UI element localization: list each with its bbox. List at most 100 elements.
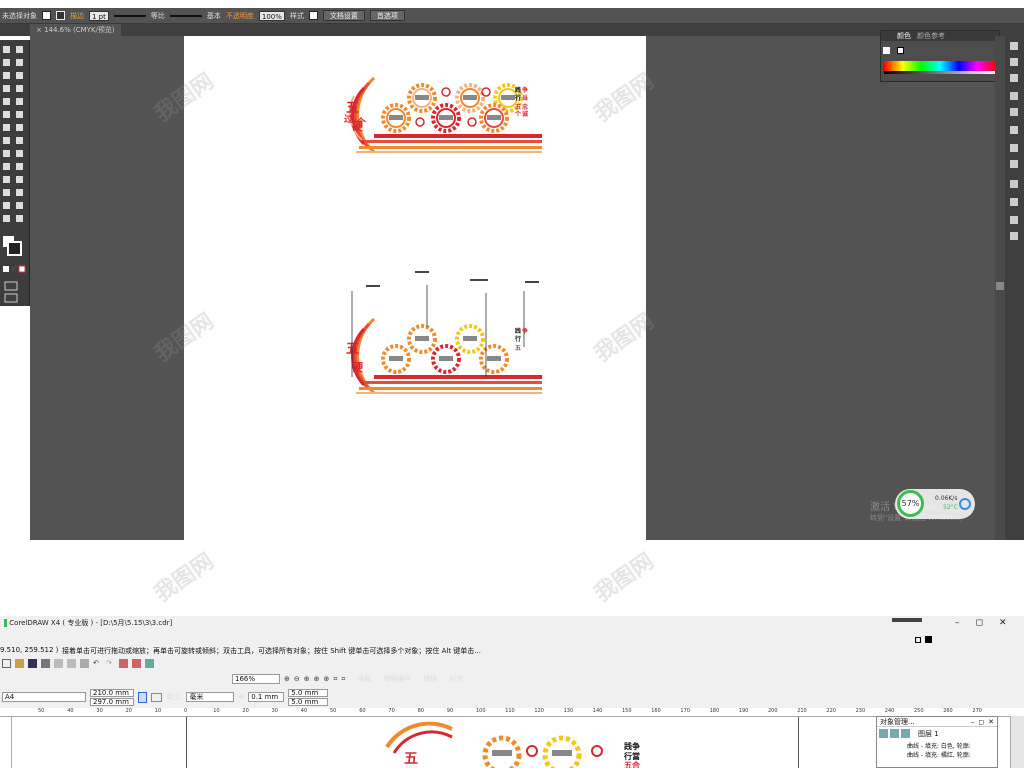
object-row[interactable]: 曲线 - 填充: 橘红, 轮廓: <box>877 750 997 759</box>
ruler-tick-label: 20 <box>242 708 249 714</box>
toolbar-plugin[interactable]: 增强插件 <box>383 674 411 684</box>
ruler-tick-label: 260 <box>943 708 953 714</box>
ruler-tick-label: 110 <box>505 708 515 714</box>
nudge-field[interactable]: 0.1 mm <box>248 692 285 702</box>
object-row[interactable]: 曲线 - 填充: 白色, 轮廓: <box>877 741 997 750</box>
app-logo-icon <box>959 498 971 510</box>
ruler-tick-label: 250 <box>914 708 924 714</box>
ruler-tick-label: 180 <box>709 708 720 714</box>
close-button[interactable]: ✕ <box>999 618 1007 628</box>
panel-maximize[interactable]: ◻ <box>978 718 984 726</box>
zoom-out-icon[interactable]: ⊖ <box>294 675 300 683</box>
opacity-field[interactable]: 100% <box>258 10 285 21</box>
redo-icon[interactable]: ↷ <box>106 659 115 668</box>
units-select[interactable]: 毫米 <box>186 692 235 702</box>
vertical-scrollbar[interactable] <box>995 36 1005 540</box>
drawing-canvas[interactable]: 五 践争 行當 五合 <box>12 717 1024 768</box>
preferences-button[interactable]: 首选项 <box>369 10 405 21</box>
maximize-button[interactable]: ◻ <box>976 618 983 628</box>
panel-minimize[interactable]: – <box>971 718 975 726</box>
temperature: 52°C <box>943 504 958 511</box>
layer-name[interactable]: 图层 1 <box>918 729 939 739</box>
zoom-in-icon[interactable]: ⊕ <box>284 675 290 683</box>
tab-color-guide[interactable]: 颜色参考 <box>917 31 945 41</box>
gear-icon <box>407 83 437 113</box>
page-height-field[interactable]: 297.0 mm <box>90 697 134 706</box>
status-hint: 接着单击可进行拖动或缩放；再单击可旋转或倾斜；双击工具，可选择所有对象；按住 S… <box>62 647 481 655</box>
panel-close[interactable]: ✕ <box>988 718 997 726</box>
export-icon[interactable] <box>132 658 141 668</box>
stroke-weight-field[interactable]: 1 pt <box>89 10 109 21</box>
ruler-tick-label: 0 <box>184 708 188 714</box>
artboard[interactable]: 五 个 过 硬 践 行 争 当 五 个 忠 诚 五 硬 践 行 争 五 <box>184 36 646 540</box>
ruler-tick-label: 200 <box>768 708 778 714</box>
stroke-label[interactable]: 描边 <box>70 11 84 21</box>
net-speed: 0.06K/s <box>935 495 958 502</box>
import-icon[interactable] <box>119 658 128 668</box>
profile-uniform[interactable]: 等比 <box>151 11 165 21</box>
zoom-width-icon[interactable]: ⊕ <box>324 675 330 683</box>
panel-dock <box>1005 36 1024 540</box>
svg-text:诚: 诚 <box>522 110 528 118</box>
portrait-icon[interactable] <box>138 691 147 703</box>
new-icon[interactable] <box>2 658 11 668</box>
gear-icon <box>431 103 461 133</box>
fill-swatch[interactable] <box>42 11 51 20</box>
ruler-tick-label: 190 <box>738 708 749 714</box>
duplicate-x-field[interactable]: 5.0 mm <box>288 688 329 697</box>
svg-text:忠: 忠 <box>522 103 528 111</box>
copy-icon[interactable] <box>67 658 76 668</box>
page-size-select[interactable]: A4 <box>2 692 86 702</box>
tools-grid[interactable] <box>0 40 30 306</box>
zoom-page-icon[interactable]: ⊕ <box>314 675 320 683</box>
document-setup-button[interactable]: 文档设置 <box>322 10 365 21</box>
ruler-tick-label: 150 <box>622 708 632 714</box>
page-width-field[interactable]: 210.0 mm <box>90 688 134 697</box>
perf-widget[interactable]: 57% 0.06K/s 52°C <box>895 489 975 519</box>
zoom-field[interactable]: 166% <box>232 674 280 684</box>
show-properties-icon[interactable] <box>879 729 888 738</box>
undo-icon[interactable]: ↶ <box>93 659 102 668</box>
close-icon[interactable]: × <box>36 26 44 34</box>
color-spectrum[interactable] <box>884 61 996 71</box>
publish-icon[interactable] <box>145 658 154 668</box>
paste-icon[interactable] <box>80 658 89 668</box>
nudge-icon: ✥ <box>238 693 245 701</box>
color-panel: 颜色 颜色参考 <box>880 30 1000 82</box>
layer-manager-icon[interactable] <box>901 729 910 738</box>
ruler-tick-label: 10 <box>213 708 220 714</box>
style-label: 样式 <box>289 11 304 20</box>
ruler-tick-label: 90 <box>446 708 454 714</box>
ruler-tick-label: 40 <box>300 708 308 714</box>
coreldraw-logo-icon <box>4 619 7 627</box>
landscape-icon[interactable] <box>151 692 162 702</box>
ruler-tick-label: 30 <box>96 708 103 714</box>
document-tab[interactable]: × 144.6% (CMYK/预览) <box>30 24 121 36</box>
duplicate-y-field[interactable]: 5.0 mm <box>288 697 329 706</box>
zoom-fit-icon[interactable]: ⊕ <box>304 675 310 683</box>
save-icon[interactable] <box>28 658 37 668</box>
crop-icon-2[interactable]: ⌗ <box>341 675 345 684</box>
toolbar-layout[interactable]: 排版 <box>357 674 371 684</box>
stroke-indicator[interactable] <box>897 47 904 54</box>
toolbar-snap[interactable]: 贴齐 <box>449 674 463 684</box>
document-tab-bar <box>0 24 1024 36</box>
crop-icon[interactable]: ⌗ <box>333 675 337 684</box>
profile-basic[interactable]: 基本 <box>207 11 221 21</box>
tab-color[interactable]: 颜色 <box>897 31 911 41</box>
svg-text:硬: 硬 <box>352 361 364 374</box>
cut-icon[interactable] <box>54 658 63 668</box>
toolbar-convert[interactable]: 转换 <box>423 674 437 684</box>
edit-across-layers-icon[interactable] <box>890 729 899 738</box>
minimize-button[interactable]: – <box>955 618 960 628</box>
style-swatch[interactable] <box>308 11 318 20</box>
open-icon[interactable] <box>15 658 24 668</box>
print-icon[interactable] <box>41 658 50 668</box>
fill-stroke-indicator[interactable] <box>883 47 890 54</box>
stroke-swatch[interactable] <box>56 11 65 20</box>
ruler-tick-label: 30 <box>271 708 278 714</box>
ruler-tick-label: 160 <box>651 708 661 714</box>
gear-icon <box>479 103 509 133</box>
opacity-label[interactable]: 不透明度 <box>226 11 254 21</box>
svg-text:行當: 行當 <box>623 751 640 761</box>
